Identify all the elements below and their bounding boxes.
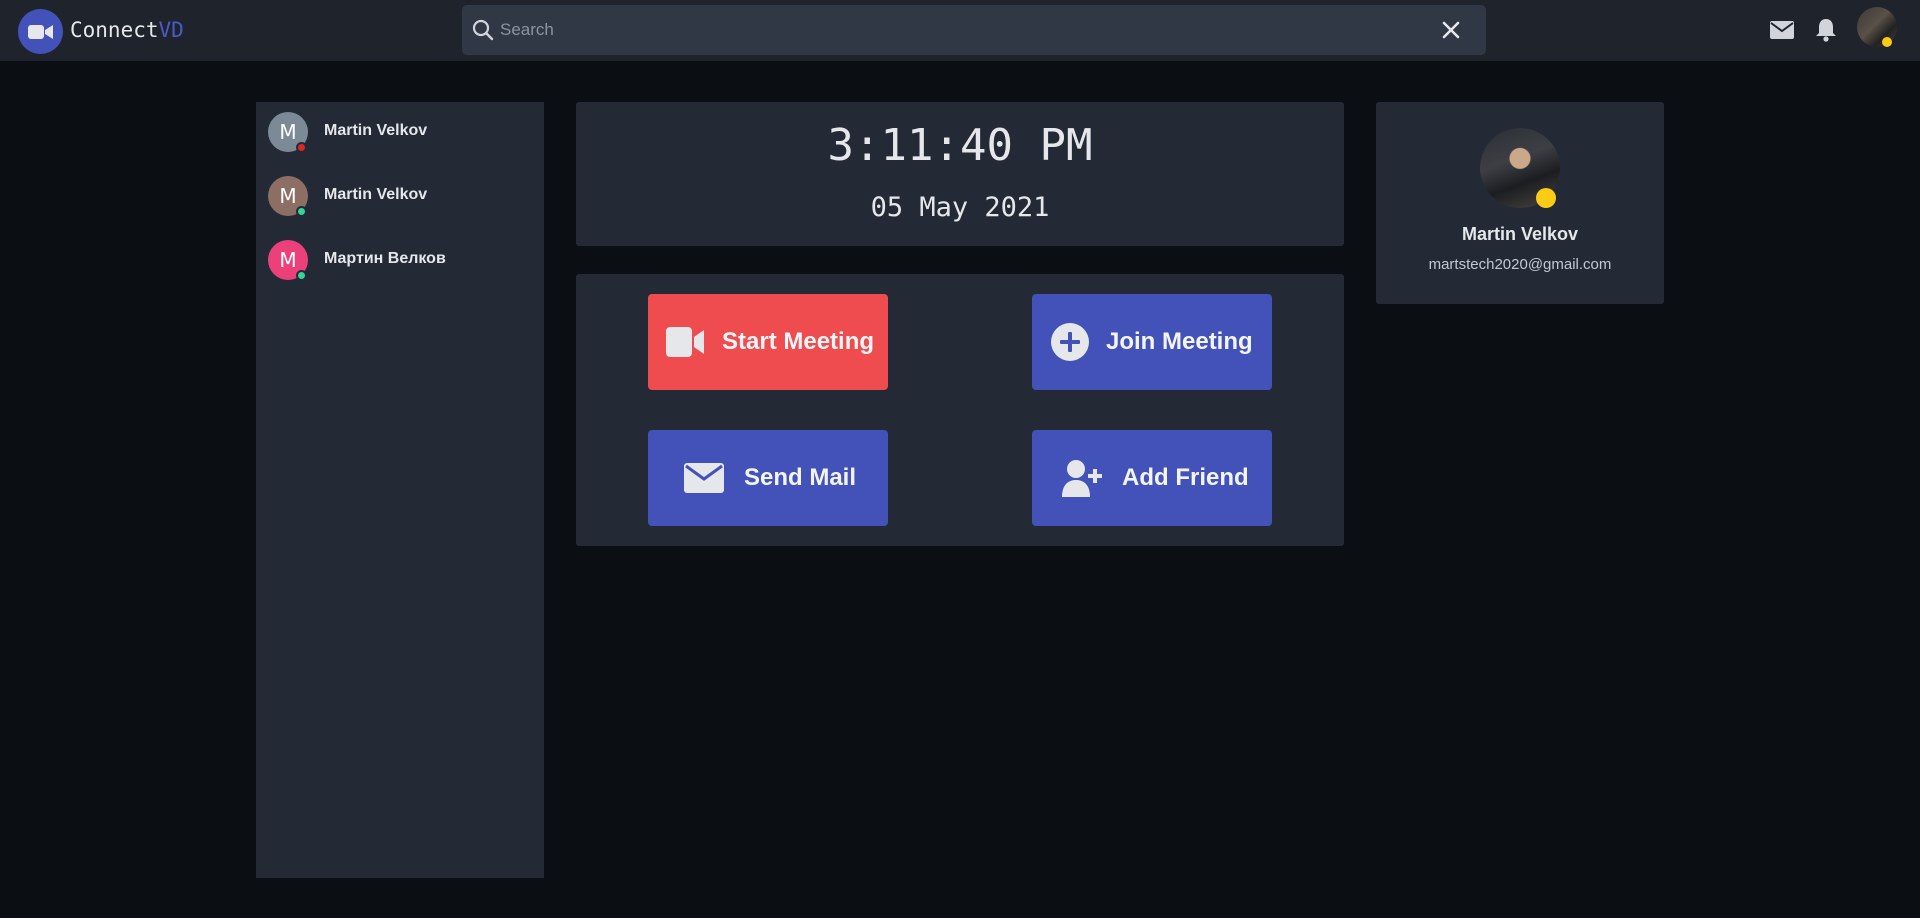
- brand-main: Connect: [70, 18, 159, 42]
- status-indicator: [296, 206, 307, 217]
- contact-name: Martin Velkov: [324, 122, 428, 139]
- clock-time: 3:11:40 PM: [827, 120, 1093, 171]
- video-camera-icon: [666, 322, 706, 362]
- actions-panel: Start Meeting Join Meeting Send Mail Add…: [576, 274, 1344, 546]
- user-plus-icon: [1062, 458, 1102, 498]
- mail-icon: [684, 458, 724, 498]
- bell-icon[interactable]: [1811, 15, 1841, 45]
- contacts-sidebar: M Martin Velkov M Martin Velkov M Мартин…: [256, 102, 544, 878]
- add-friend-label: Add Friend: [1122, 464, 1249, 491]
- video-camera-icon: [27, 24, 53, 39]
- mail-icon[interactable]: [1767, 15, 1797, 45]
- profile-card: Martin Velkov martstech2020@gmail.com: [1376, 102, 1664, 304]
- start-meeting-label: Start Meeting: [722, 328, 875, 355]
- search-icon: [472, 19, 494, 41]
- send-mail-button[interactable]: Send Mail: [648, 430, 888, 526]
- logo[interactable]: [18, 9, 63, 54]
- brand-name[interactable]: ConnectVD: [70, 18, 184, 42]
- profile-email: martstech2020@gmail.com: [1428, 256, 1612, 273]
- top-bar: ConnectVD: [0, 0, 1920, 61]
- contact-item[interactable]: M Martin Velkov: [256, 102, 544, 162]
- status-indicator: [296, 270, 307, 281]
- close-icon[interactable]: [1439, 18, 1463, 42]
- add-friend-button[interactable]: Add Friend: [1032, 430, 1272, 526]
- profile-status-indicator: [1536, 188, 1556, 208]
- clock-panel: 3:11:40 PM 05 May 2021: [576, 102, 1344, 246]
- join-meeting-label: Join Meeting: [1106, 328, 1253, 355]
- contact-item[interactable]: M Мартин Велков: [256, 230, 544, 290]
- contact-item[interactable]: M Martin Velkov: [256, 166, 544, 226]
- start-meeting-button[interactable]: Start Meeting: [648, 294, 888, 390]
- profile-name: Martin Velkov: [1461, 224, 1579, 244]
- contact-name: Мартин Велков: [324, 250, 446, 267]
- search-input[interactable]: [500, 5, 1440, 55]
- brand-accent: VD: [158, 18, 184, 42]
- search-bar: [462, 5, 1486, 55]
- user-status-indicator: [1882, 37, 1892, 47]
- clock-date: 05 May 2021: [870, 192, 1050, 223]
- contact-name: Martin Velkov: [324, 186, 428, 203]
- plus-circle-icon: [1050, 322, 1090, 362]
- status-indicator: [296, 142, 307, 153]
- join-meeting-button[interactable]: Join Meeting: [1032, 294, 1272, 390]
- send-mail-label: Send Mail: [744, 464, 857, 491]
